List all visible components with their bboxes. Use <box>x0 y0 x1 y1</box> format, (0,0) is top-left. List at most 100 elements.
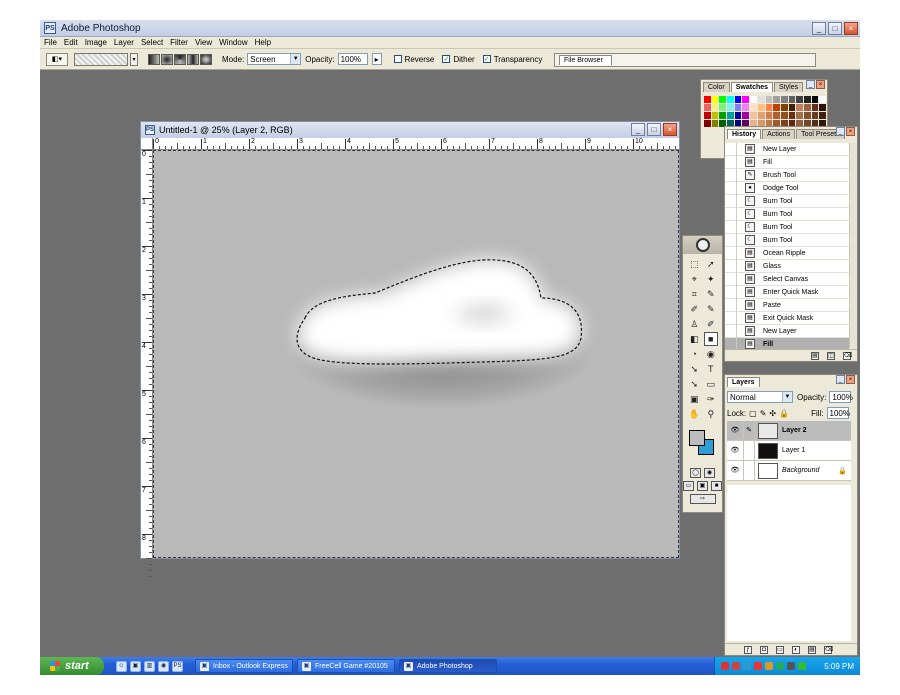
history-source-slot[interactable] <box>725 143 737 156</box>
panel-close-button[interactable]: × <box>846 375 855 384</box>
document-title-bar[interactable]: PS Untitled-1 @ 25% (Layer 2, RGB) _ □ × <box>141 122 679 138</box>
menu-view[interactable]: View <box>195 38 212 47</box>
delete-state-trash-icon[interactable]: ⌫ <box>843 351 852 360</box>
menu-window[interactable]: Window <box>219 38 247 47</box>
color-swatch[interactable] <box>796 112 803 119</box>
tray-icon[interactable] <box>787 662 795 670</box>
layer-style-button[interactable]: ƒ <box>744 645 752 654</box>
layer-row[interactable]: 👁 Layer 1 <box>727 440 851 461</box>
history-brush-tool-icon[interactable]: ✐ <box>704 317 719 331</box>
radial-gradient-button[interactable] <box>161 53 173 65</box>
history-source-slot[interactable] <box>725 246 737 260</box>
start-button[interactable]: start <box>40 657 104 675</box>
adobe-eye-logo-icon[interactable] <box>695 238 710 252</box>
color-swatch[interactable] <box>788 104 796 111</box>
lock-position-icon[interactable]: ✣ <box>769 409 776 418</box>
app-title-bar[interactable]: PS Adobe Photoshop _ □ × <box>40 20 860 37</box>
document-minimize-button[interactable]: _ <box>631 123 645 136</box>
ruler-origin[interactable] <box>141 138 153 150</box>
marquee-tool-icon[interactable]: ⬚ <box>687 257 702 271</box>
color-swatch[interactable] <box>803 104 811 111</box>
history-source-slot[interactable] <box>725 207 737 221</box>
eye-icon[interactable]: 👁 <box>730 446 740 456</box>
history-source-slot[interactable] <box>725 168 737 182</box>
eraser-tool-icon[interactable]: ◧ <box>687 332 702 346</box>
color-swatch[interactable] <box>727 96 734 103</box>
color-swatch[interactable] <box>750 104 757 111</box>
color-swatch[interactable] <box>780 112 788 119</box>
new-snapshot-button[interactable]: ▤ <box>811 351 819 360</box>
rectangle-tool-icon[interactable]: ▭ <box>704 377 719 391</box>
taskbar-button[interactable]: ▣ Adobe Photoshop <box>399 659 497 673</box>
color-swatch[interactable] <box>711 112 719 119</box>
fill-input[interactable]: 100% <box>826 407 850 419</box>
tray-icon[interactable] <box>798 662 806 670</box>
crop-tool-icon[interactable]: ⌗ <box>687 287 702 301</box>
reflected-gradient-button[interactable] <box>187 53 199 65</box>
full-screen-button[interactable]: ■ <box>711 481 722 491</box>
color-swatch[interactable] <box>757 104 765 111</box>
link-slot[interactable] <box>743 460 755 481</box>
panel-minimize-button[interactable]: _ <box>836 127 845 136</box>
menu-select[interactable]: Select <box>141 38 163 47</box>
taskbar-button[interactable]: ▣ Inbox - Outlook Express <box>195 659 293 673</box>
color-swatch[interactable] <box>765 112 773 119</box>
transparency-checkbox[interactable]: ✓ Transparency <box>482 55 542 64</box>
eye-icon[interactable]: 👁 <box>730 466 740 476</box>
history-source-slot[interactable] <box>725 259 737 273</box>
clone-stamp-tool-icon[interactable]: ♙ <box>687 317 702 331</box>
blur-tool-icon[interactable]: ◔ <box>687 347 702 361</box>
new-layer-button[interactable]: ▤ <box>808 645 816 654</box>
color-swatch[interactable] <box>765 104 773 111</box>
tray-icon[interactable] <box>721 662 729 670</box>
color-swatch[interactable] <box>711 96 719 103</box>
history-source-slot[interactable] <box>725 311 737 325</box>
history-source-slot[interactable] <box>725 220 737 234</box>
color-swatch[interactable] <box>819 96 826 103</box>
tab-swatches[interactable]: Swatches <box>730 82 774 92</box>
tab-layers[interactable]: Layers <box>727 377 760 387</box>
menu-image[interactable]: Image <box>85 38 107 47</box>
color-swatch[interactable] <box>711 104 719 111</box>
menu-help[interactable]: Help <box>255 38 271 47</box>
color-swatch[interactable] <box>788 96 796 103</box>
color-swatch[interactable] <box>788 112 796 119</box>
history-source-slot[interactable] <box>725 285 737 299</box>
notes-tool-icon[interactable]: ▣ <box>687 392 702 406</box>
diamond-gradient-button[interactable] <box>200 53 212 65</box>
history-item[interactable]: ▤ Fill <box>725 155 849 169</box>
hand-tool-icon[interactable]: ✋ <box>687 407 702 421</box>
brush-tool-icon[interactable]: ✎ <box>704 302 719 316</box>
history-item[interactable]: ▤ Ocean Ripple <box>725 246 849 260</box>
color-swatch[interactable] <box>757 112 765 119</box>
dodge-tool-icon[interactable]: ◉ <box>704 347 719 361</box>
history-source-slot[interactable] <box>725 324 737 338</box>
lock-image-icon[interactable]: ✎ <box>760 409 767 418</box>
gradient-tool-icon[interactable]: ■ <box>703 332 718 346</box>
history-item[interactable]: ▤ Select Canvas <box>725 272 849 286</box>
color-swatch[interactable] <box>803 112 811 119</box>
close-button[interactable]: × <box>844 22 858 35</box>
brush-icon[interactable]: ✎ <box>743 420 755 441</box>
tab-actions[interactable]: Actions <box>762 129 796 139</box>
link-slot[interactable] <box>743 440 755 461</box>
history-item[interactable]: ▤ Glass <box>725 259 849 273</box>
clock[interactable]: 5:09 PM <box>824 662 854 671</box>
color-swatch[interactable] <box>734 112 742 119</box>
new-set-button[interactable]: ▭ <box>776 645 784 654</box>
panel-close-button[interactable]: × <box>846 127 855 136</box>
eye-icon[interactable]: 👁 <box>730 426 740 436</box>
history-scrollbar[interactable] <box>849 143 857 348</box>
type-tool-icon[interactable]: T <box>704 362 719 376</box>
color-swatch[interactable] <box>727 112 734 119</box>
color-swatch[interactable] <box>742 104 750 111</box>
quick-launch-icon[interactable]: ◉ <box>158 660 169 672</box>
tray-icon[interactable] <box>776 662 784 670</box>
history-item[interactable]: ▤ Enter Quick Mask <box>725 285 849 299</box>
history-source-slot[interactable] <box>725 233 737 247</box>
opacity-input[interactable]: 100% <box>337 53 368 65</box>
color-swatch[interactable] <box>819 104 826 111</box>
layers-empty-area[interactable] <box>727 485 851 641</box>
document-canvas[interactable] <box>153 150 679 558</box>
opacity-slider-arrow-icon[interactable]: ▸ <box>371 53 382 65</box>
